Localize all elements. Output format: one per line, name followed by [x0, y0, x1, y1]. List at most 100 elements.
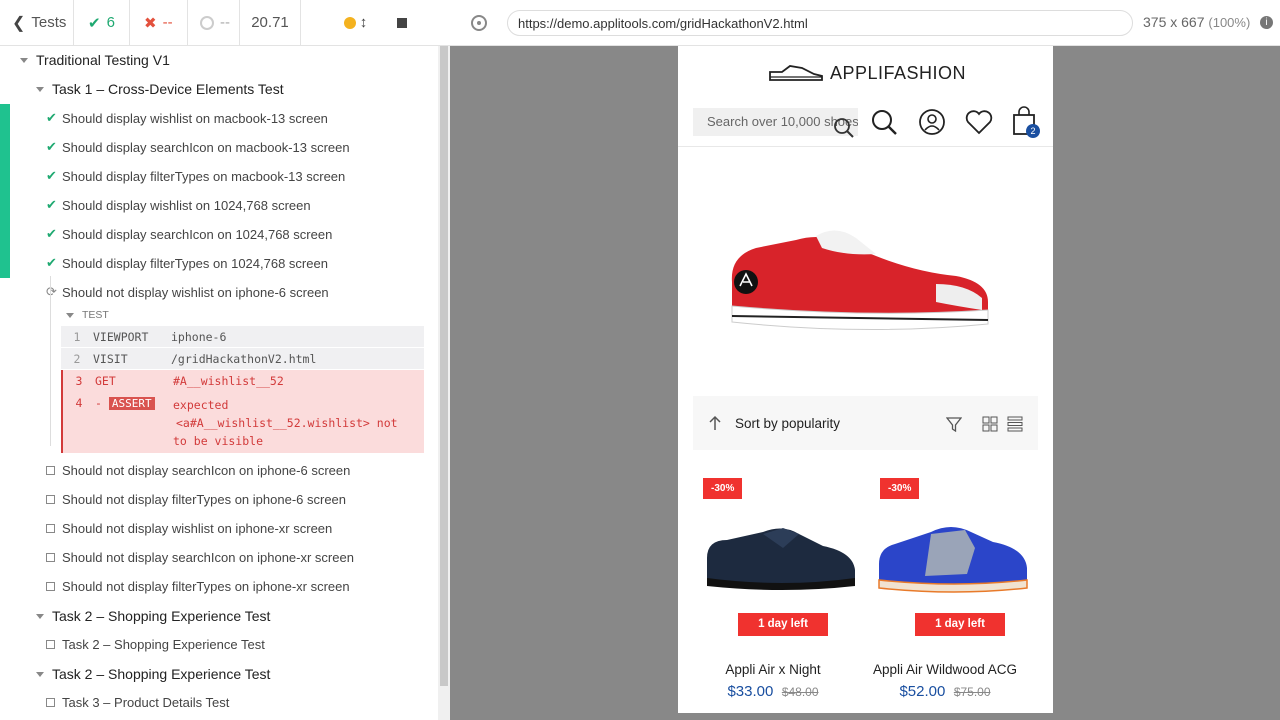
- caret-down-icon: [20, 57, 28, 63]
- check-icon: ✔: [46, 255, 57, 270]
- test-pending[interactable]: Task 2 – Shopping Experience Test: [46, 637, 265, 652]
- test-title: Should not display searchIcon on iphone-…: [62, 463, 351, 478]
- account-icon[interactable]: [918, 108, 946, 136]
- search-inline-icon[interactable]: [832, 116, 856, 140]
- runner-header: ❮ Tests ✔ 6 ✖ -- -- 20.71 ↕: [0, 0, 450, 46]
- grid-view-icon[interactable]: [982, 416, 998, 432]
- test-passed[interactable]: ✔ Should display searchIcon on 1024,768 s…: [46, 226, 332, 242]
- command-row-failed[interactable]: 3 GET #A__wishlist__52: [61, 370, 424, 392]
- command-number: 2: [73, 351, 81, 366]
- info-icon[interactable]: i: [1260, 16, 1273, 29]
- spinner-icon: ⟳: [46, 284, 57, 299]
- app-under-test: APPLIFASHION Search over 10,000 shoes! 2…: [678, 46, 1053, 713]
- pending-count[interactable]: --: [188, 0, 240, 45]
- caret-down-icon: [36, 671, 44, 677]
- product-card[interactable]: -30% 1 day left Appli Air Wildwood ACG $…: [870, 478, 1030, 708]
- passed-count[interactable]: ✔ 6: [74, 0, 130, 45]
- test-title: Should display searchIcon on 1024,768 sc…: [62, 226, 333, 242]
- header-divider: [678, 146, 1053, 147]
- shoe-logo-icon: [769, 65, 823, 81]
- test-passed[interactable]: ✔ Should display filterTypes on macbook-1…: [46, 168, 345, 184]
- assert-line-1: expected: [173, 398, 229, 412]
- test-title: Should not display filterTypes on iphone…: [62, 492, 347, 507]
- test-title: Should display searchIcon on macbook-13 …: [62, 139, 350, 155]
- search-icon[interactable]: [870, 108, 898, 136]
- suite-task2-second[interactable]: Task 2 – Shopping Experience Test: [36, 666, 270, 682]
- pending-circle-icon: [200, 15, 214, 30]
- suite-task1[interactable]: Task 1 – Cross-Device Elements Test: [36, 81, 284, 97]
- check-icon: ✔: [46, 110, 57, 125]
- test-passed[interactable]: ✔ Should display wishlist on macbook-13 s…: [46, 110, 328, 126]
- command-value: iphone-6: [171, 329, 227, 344]
- product-name[interactable]: Appli Air x Night: [688, 662, 858, 677]
- status-dot-icon: [343, 16, 356, 29]
- test-running[interactable]: ⟳ Should not display wishlist on iphone-6…: [46, 284, 329, 300]
- test-pending[interactable]: Should not display filterTypes on iphone…: [46, 492, 346, 507]
- product-name[interactable]: Appli Air Wildwood ACG: [860, 662, 1030, 677]
- up-down-arrow-icon: ↕: [359, 14, 368, 31]
- back-to-tests-button[interactable]: ❮ Tests: [0, 0, 74, 45]
- url-field[interactable]: [507, 10, 1133, 36]
- chevron-left-icon: ❮: [12, 14, 26, 32]
- test-pending[interactable]: Should not display wishlist on iphone-xr…: [46, 521, 332, 536]
- suite-task2[interactable]: Task 2 – Shopping Experience Test: [36, 608, 270, 624]
- cart-count-badge: 2: [1026, 124, 1040, 138]
- assert-message: expected <a#A__wishlist__52.wishlist> no…: [173, 396, 424, 450]
- duration: 20.71: [240, 0, 301, 45]
- test-pending[interactable]: Task 3 – Product Details Test: [46, 695, 229, 710]
- empty-square-icon: [46, 698, 55, 707]
- caret-down-icon: [36, 613, 44, 619]
- check-icon: ✔: [46, 168, 57, 183]
- test-title: Task 2 – Shopping Experience Test: [62, 637, 265, 652]
- test-pending[interactable]: Should not display filterTypes on iphone…: [46, 579, 350, 594]
- viewport-info: 375 x 667 (100%): [1143, 14, 1250, 30]
- test-title: Should not display wishlist on iphone-6 …: [62, 284, 329, 300]
- test-pending[interactable]: Should not display searchIcon on iphone-…: [46, 463, 350, 478]
- wishlist-heart-icon[interactable]: [964, 108, 994, 136]
- sort-arrow-up-icon[interactable]: [707, 415, 723, 431]
- test-passed[interactable]: ✔ Should display wishlist on 1024,768 scr…: [46, 197, 311, 213]
- command-name: VIEWPORT: [93, 329, 149, 344]
- runner-scrollbar-thumb[interactable]: [440, 46, 448, 686]
- command-row[interactable]: 1 VIEWPORT iphone-6: [61, 326, 424, 348]
- product-card[interactable]: -30% 1 day left Appli Air x Night $33.00…: [693, 478, 855, 708]
- caret-down-icon: [66, 312, 74, 318]
- test-passed[interactable]: ✔ Should display searchIcon on macbook-13…: [46, 139, 350, 155]
- command-name: VISIT: [93, 351, 128, 366]
- selector-playground-icon[interactable]: [471, 15, 487, 31]
- test-title: Should display filterTypes on 1024,768 s…: [62, 255, 328, 271]
- list-view-icon[interactable]: [1007, 416, 1023, 432]
- suite-root[interactable]: Traditional Testing V1: [20, 52, 170, 68]
- passed-value: 6: [106, 14, 115, 31]
- stop-icon[interactable]: [397, 17, 408, 28]
- failed-count[interactable]: ✖ --: [130, 0, 188, 45]
- zoom-level: (100%): [1208, 15, 1251, 30]
- app-logo[interactable]: APPLIFASHION: [768, 62, 966, 84]
- test-title: Should not display filterTypes on iphone…: [62, 579, 350, 594]
- product-image[interactable]: [703, 518, 858, 593]
- assert-line-3: to be visible: [173, 434, 264, 448]
- sort-select[interactable]: Sort by popularity: [735, 416, 840, 431]
- old-price: $48.00: [781, 685, 819, 699]
- auto-scroll-toggle[interactable]: ↕: [343, 14, 368, 31]
- test-title: Should display wishlist on macbook-13 sc…: [62, 110, 328, 126]
- discount-badge: -30%: [703, 478, 743, 499]
- test-title: Should display filterTypes on macbook-13…: [62, 168, 346, 184]
- day-left-badge: 1 day left: [915, 613, 1005, 636]
- command-log-panel: Traditional Testing V1 Task 1 – Cross-De…: [0, 46, 438, 720]
- empty-square-icon: [46, 640, 55, 649]
- filter-funnel-icon[interactable]: [946, 416, 962, 432]
- brand-name: APPLIFASHION: [830, 62, 967, 83]
- test-pending[interactable]: Should not display searchIcon on iphone-…: [46, 550, 354, 565]
- check-icon: ✔: [88, 14, 101, 32]
- test-passed[interactable]: ✔ Should display filterTypes on 1024,768 …: [46, 255, 328, 271]
- command-row[interactable]: 2 VISIT /gridHackathonV2.html: [61, 348, 424, 370]
- suite-task2-label: Task 2 – Shopping Experience Test: [52, 608, 271, 624]
- hero-sneaker-image: [731, 230, 989, 331]
- check-icon: ✔: [46, 139, 57, 154]
- test-section-header[interactable]: TEST: [66, 309, 109, 321]
- command-row-assert[interactable]: 4 - ASSERT expected <a#A__wishlist__52.w…: [61, 392, 424, 453]
- sort-toolbar: Sort by popularity: [693, 396, 1038, 450]
- check-icon: ✔: [46, 197, 57, 212]
- product-image[interactable]: [875, 518, 1030, 598]
